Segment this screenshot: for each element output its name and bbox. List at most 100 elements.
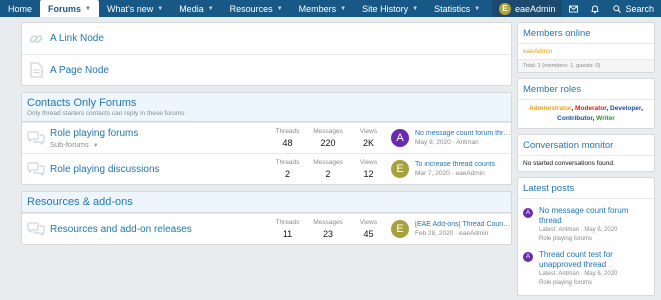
last-post: E [EAE Add-ons] Thread Count [Paid] Feb 28… bbox=[385, 220, 511, 238]
search-label: Search bbox=[625, 3, 654, 14]
role-developer[interactable]: Developer bbox=[610, 105, 641, 112]
latest-post-text: Thread count test for unapproved thread L… bbox=[539, 250, 649, 288]
category-title[interactable]: Resources & add-ons bbox=[27, 196, 506, 208]
latest-posts-widget: Latest posts A No message count forum thr… bbox=[517, 177, 655, 296]
nav-item-resources[interactable]: Resources ▼ bbox=[222, 0, 291, 17]
nav-item-what-s-new[interactable]: What's new ▼ bbox=[99, 0, 171, 17]
search-icon bbox=[613, 4, 622, 13]
last-post-user[interactable]: eaeAdmin bbox=[455, 170, 484, 177]
last-post-title[interactable]: No message count forum thread bbox=[415, 130, 511, 137]
last-post-text: To increase thread counts Mar 7, 2020 · e… bbox=[415, 161, 495, 177]
widget-title[interactable]: Latest posts bbox=[518, 178, 654, 199]
stat-label: Views bbox=[359, 159, 378, 166]
chevron-down-icon[interactable]: ▼ bbox=[340, 6, 346, 12]
last-post-date: Mar 7, 2020 bbox=[415, 170, 450, 177]
last-post-date: Feb 28, 2020 bbox=[415, 230, 454, 237]
last-post-meta: Mar 7, 2020 · eaeAdmin bbox=[415, 170, 495, 177]
latest-post-text: No message count forum thread Latest: Ant… bbox=[539, 206, 649, 244]
last-post-user[interactable]: Antman bbox=[456, 139, 478, 146]
node-title[interactable]: A Link Node bbox=[50, 33, 511, 44]
last-post-user[interactable]: eaeAdmin bbox=[459, 230, 488, 237]
forum-title[interactable]: Role playing forums bbox=[50, 128, 271, 139]
widget-title: Member roles bbox=[518, 79, 654, 100]
forum-title[interactable]: Resources and add-on releases bbox=[50, 224, 271, 235]
chevron-down-icon[interactable]: ▼ bbox=[474, 6, 480, 12]
subforums-label: Sub-forums bbox=[50, 139, 89, 149]
top-navbar: Home Forums ▼ What's new ▼ Media ▼ Resources ▼ Me… bbox=[0, 0, 661, 17]
latest-post-item: A Thread count test for unapproved thread… bbox=[523, 247, 649, 291]
empty-message: No started conversations found. bbox=[523, 160, 615, 167]
stat-value: 2K bbox=[362, 138, 374, 148]
widget-title[interactable]: Members online bbox=[518, 23, 654, 44]
node-title[interactable]: A Page Node bbox=[50, 65, 511, 76]
inbox-button[interactable] bbox=[562, 0, 584, 17]
account-menu[interactable]: E eaeAdmin bbox=[491, 0, 563, 17]
avatar[interactable]: A bbox=[391, 129, 409, 147]
nav-item-home[interactable]: Home bbox=[0, 0, 40, 17]
search-button[interactable]: Search bbox=[606, 0, 661, 17]
last-post-text: No message count forum thread May 8, 2020… bbox=[415, 130, 511, 146]
latest-post-title[interactable]: Thread count test for unapproved thread bbox=[539, 250, 649, 270]
stat-threads: Threads 2 bbox=[271, 159, 304, 179]
latest-post-forum[interactable]: Role playing forums bbox=[539, 279, 649, 288]
members-online-widget: Members online eaeAdmin Total: 1 (member… bbox=[517, 22, 655, 73]
last-post-title[interactable]: [EAE Add-ons] Thread Count [Paid] bbox=[415, 221, 511, 228]
stat-value: 48 bbox=[282, 138, 293, 148]
avatar[interactable]: E bbox=[391, 220, 409, 238]
page-node[interactable]: A Page Node bbox=[22, 54, 511, 85]
forum-main: Resources and add-on releases bbox=[50, 224, 271, 235]
stat-value: 11 bbox=[282, 229, 293, 239]
stat-messages: Messages 2 bbox=[304, 159, 352, 179]
online-member-link[interactable]: eaeAdmin bbox=[523, 48, 552, 55]
stat-label: Threads bbox=[275, 159, 300, 166]
latest-post-forum[interactable]: Role playing forums bbox=[539, 235, 649, 244]
user-avatar: E bbox=[498, 2, 511, 15]
nav-item-statistics[interactable]: Statistics ▼ bbox=[426, 0, 488, 17]
nav-item-media[interactable]: Media ▼ bbox=[171, 0, 221, 17]
role-writer[interactable]: Writer bbox=[596, 115, 615, 122]
stat-messages: Messages 23 bbox=[304, 219, 352, 239]
role-moderator[interactable]: Moderator bbox=[575, 105, 606, 112]
latest-post-title[interactable]: No message count forum thread bbox=[539, 206, 649, 226]
stat-value: 220 bbox=[320, 138, 336, 148]
stat-label: Threads bbox=[275, 128, 300, 135]
nav-item-forums[interactable]: Forums ▼ bbox=[40, 0, 99, 17]
stat-label: Messages bbox=[313, 159, 343, 166]
nav-item-members[interactable]: Members ▼ bbox=[291, 0, 354, 17]
chevron-down-icon[interactable]: ▼ bbox=[85, 6, 91, 12]
conversation-monitor-widget: Conversation monitor No started conversa… bbox=[517, 134, 655, 172]
last-post-title[interactable]: To increase thread counts bbox=[415, 161, 495, 168]
avatar[interactable]: E bbox=[391, 160, 409, 178]
category-header: Resources & add-ons bbox=[22, 192, 511, 213]
avatar[interactable]: A bbox=[523, 252, 533, 262]
category-title[interactable]: Contacts Only Forums bbox=[27, 97, 506, 109]
top-nodes-block: A Link Node A Page Node bbox=[21, 22, 512, 86]
chevron-down-icon[interactable]: ▼ bbox=[412, 6, 418, 12]
role-administrator[interactable]: Administrator bbox=[529, 105, 571, 112]
forum-list: A Link Node A Page Node Contacts Only Fo… bbox=[21, 22, 512, 251]
stat-value: 12 bbox=[363, 169, 374, 179]
role-separator: , bbox=[641, 105, 643, 112]
page-icon bbox=[22, 62, 50, 78]
subforums-toggle[interactable]: Sub-forums ▼ bbox=[50, 140, 271, 149]
nav-label: Resources bbox=[229, 3, 273, 14]
last-post: E To increase thread counts Mar 7, 2020 · … bbox=[385, 160, 511, 178]
stat-messages: Messages 220 bbox=[304, 128, 352, 148]
avatar[interactable]: A bbox=[523, 208, 533, 218]
nav-label: Site History bbox=[362, 3, 409, 14]
chevron-down-icon[interactable]: ▼ bbox=[157, 6, 163, 12]
chevron-down-icon[interactable]: ▼ bbox=[208, 6, 214, 12]
role-contributor[interactable]: Contributor bbox=[557, 115, 592, 122]
alerts-button[interactable] bbox=[584, 0, 606, 17]
forum-title[interactable]: Role playing discussions bbox=[50, 164, 271, 175]
category-block: Contacts Only Forums Only thread starters… bbox=[21, 92, 512, 185]
chevron-down-icon[interactable]: ▼ bbox=[277, 6, 283, 12]
stat-threads: Threads 48 bbox=[271, 128, 304, 148]
chevron-down-icon: ▼ bbox=[92, 142, 99, 149]
stat-value: 2 bbox=[325, 169, 331, 179]
link-node[interactable]: A Link Node bbox=[22, 23, 511, 54]
latest-post-item: A No message count forum thread Latest: An… bbox=[523, 203, 649, 247]
nav-item-site-history[interactable]: Site History ▼ bbox=[354, 0, 426, 17]
bell-icon bbox=[591, 5, 600, 14]
latest-post-meta: Latest: Antman · May 8, 2020 bbox=[539, 227, 618, 233]
